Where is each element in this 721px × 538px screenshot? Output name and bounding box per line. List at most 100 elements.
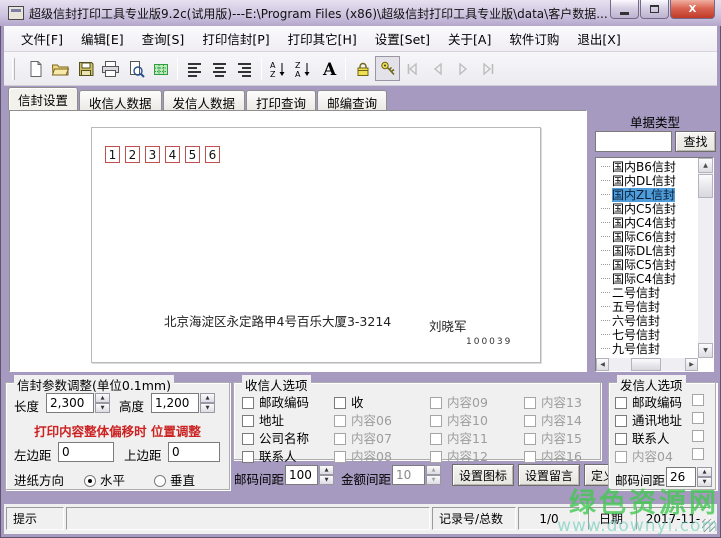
recipient-checkbox[interactable]: 收 [334, 392, 364, 411]
length-stepper[interactable]: ▲▼ [95, 393, 110, 413]
sender-postcode-spacing-stepper[interactable]: ▲▼ [697, 467, 712, 487]
tab-recipient-data[interactable]: 收信人数据 [79, 90, 162, 110]
checkbox-icon [615, 397, 627, 409]
left-margin-label: 左边距 [14, 445, 52, 464]
maximize-button[interactable] [640, 0, 669, 19]
sender-postcode-spacing-input[interactable] [666, 467, 696, 487]
top-margin-label: 上边距 [124, 445, 162, 464]
new-document-icon[interactable] [23, 56, 48, 81]
recipient-postcode-spacing-stepper[interactable]: ▲▼ [319, 465, 334, 485]
sender-checkbox[interactable]: 通讯地址 [615, 410, 682, 429]
align-right-icon[interactable] [232, 56, 257, 81]
sender-checkbox[interactable]: 邮政编码 [615, 392, 682, 411]
sender-checkbox[interactable]: 联系人 [615, 428, 670, 447]
menu-print-other[interactable]: 打印其它[H] [279, 26, 366, 51]
menu-purchase[interactable]: 软件订购 [500, 26, 568, 51]
stepper-down-icon: ▼ [426, 475, 441, 485]
list-item[interactable]: 国内C5信封 [597, 202, 697, 216]
find-button[interactable]: 查找 [675, 131, 716, 152]
set-message-button[interactable]: 设置留言 [518, 464, 580, 486]
vertical-scrollbar[interactable]: ▲ ▼ [698, 158, 713, 358]
list-item[interactable]: 二号信封 [597, 286, 697, 300]
grid-table-icon[interactable] [148, 56, 173, 81]
envelope-params-title: 信封参数调整(单位0.1mm) [14, 375, 174, 394]
recipient-checkbox[interactable]: 公司名称 [242, 428, 309, 447]
scrollbar-thumb[interactable] [631, 358, 661, 371]
stepper-down-icon[interactable]: ▼ [697, 477, 712, 487]
scroll-right-icon[interactable]: ▶ [685, 358, 698, 371]
open-folder-icon[interactable] [48, 56, 73, 81]
menu-file[interactable]: 文件[F] [12, 26, 72, 51]
stepper-down-icon[interactable]: ▼ [200, 403, 215, 413]
left-margin-input[interactable] [58, 442, 114, 462]
stepper-down-icon[interactable]: ▼ [319, 475, 334, 485]
scroll-left-icon[interactable]: ◀ [596, 358, 609, 371]
stepper-up-icon[interactable]: ▲ [200, 393, 215, 403]
list-item[interactable]: 国内DL信封 [597, 174, 697, 188]
menu-exit[interactable]: 退出[X] [568, 26, 629, 51]
recipient-checkbox[interactable]: 地址 [242, 410, 284, 429]
sort-ascending-icon[interactable]: AZ [266, 56, 291, 81]
feed-horizontal-radio[interactable]: 水平 [84, 470, 125, 489]
tab-postcode-query[interactable]: 邮编查询 [317, 90, 387, 110]
close-button[interactable]: X [670, 0, 715, 19]
list-item[interactable]: 五号信封 [597, 300, 697, 314]
stepper-up-icon[interactable]: ▲ [697, 467, 712, 477]
height-stepper[interactable]: ▲▼ [200, 393, 215, 413]
resize-grip[interactable] [702, 519, 715, 532]
recipient-checkbox[interactable]: 邮政编码 [242, 392, 309, 411]
menu-query[interactable]: 查询[S] [133, 26, 194, 51]
length-input[interactable] [46, 393, 94, 413]
menu-about[interactable]: 关于[A] [439, 26, 500, 51]
maximize-icon [650, 5, 659, 13]
lock-icon[interactable] [350, 56, 375, 81]
tab-sender-data[interactable]: 发信人数据 [163, 90, 246, 110]
minimize-button[interactable] [610, 0, 639, 19]
tab-envelope-settings[interactable]: 信封设置 [8, 87, 78, 110]
list-item[interactable]: 国际C6信封 [597, 230, 697, 244]
checkbox-icon [692, 430, 704, 442]
stepper-down-icon[interactable]: ▼ [95, 403, 110, 413]
list-item[interactable]: 九号信封 [597, 342, 697, 356]
height-input[interactable] [151, 393, 199, 413]
sort-descending-icon[interactable]: ZA [291, 56, 316, 81]
list-item[interactable]: 国际C5信封 [597, 258, 697, 272]
print-preview-icon[interactable] [123, 56, 148, 81]
set-icon-button[interactable]: 设置图标 [452, 464, 514, 486]
list-item[interactable]: 七号信封 [597, 328, 697, 342]
menu-print-envelope[interactable]: 打印信封[P] [193, 26, 278, 51]
scrollbar-thumb[interactable] [698, 174, 713, 198]
checkbox-icon [524, 415, 536, 427]
print-icon[interactable] [98, 56, 123, 81]
font-icon[interactable]: A [316, 56, 341, 81]
doc-type-search-input[interactable] [595, 131, 672, 152]
list-item-selected[interactable]: 国内ZL信封 [597, 188, 697, 202]
feed-vertical-radio[interactable]: 垂直 [154, 470, 195, 489]
key-icon[interactable] [375, 56, 400, 81]
align-left-icon[interactable] [182, 56, 207, 81]
list-item[interactable]: 国际C4信封 [597, 272, 697, 286]
list-item[interactable]: 六号信封 [597, 314, 697, 328]
postal-box: 6 [205, 146, 220, 163]
toolbar-grip[interactable] [12, 58, 15, 80]
menu-settings[interactable]: 设置[Set] [366, 26, 439, 51]
recipient-checkbox[interactable]: 联系人 [242, 446, 297, 465]
list-item[interactable]: 国内C4信封 [597, 216, 697, 230]
tab-print-query[interactable]: 打印查询 [246, 90, 316, 110]
save-icon[interactable] [73, 56, 98, 81]
top-margin-input[interactable] [168, 442, 220, 462]
scroll-up-icon[interactable]: ▲ [698, 158, 713, 173]
postal-code-boxes: 1 2 3 4 5 6 [105, 146, 220, 163]
list-item[interactable]: 国际DL信封 [597, 244, 697, 258]
scroll-down-icon[interactable]: ▼ [698, 343, 713, 358]
stepper-up-icon: ▲ [426, 465, 441, 475]
stepper-up-icon[interactable]: ▲ [319, 465, 334, 475]
align-center-icon[interactable] [207, 56, 232, 81]
horizontal-scrollbar[interactable]: ◀ ▶ [596, 358, 698, 371]
stepper-up-icon[interactable]: ▲ [95, 393, 110, 403]
recipient-postcode-spacing-input[interactable] [285, 465, 318, 485]
list-item[interactable]: 国内B6信封 [597, 160, 697, 174]
checkbox-icon [692, 394, 704, 406]
title-bar[interactable]: 超级信封打印工具专业版9.2c(试用版)---E:\Program Files … [0, 0, 721, 26]
menu-edit[interactable]: 编辑[E] [72, 26, 133, 51]
